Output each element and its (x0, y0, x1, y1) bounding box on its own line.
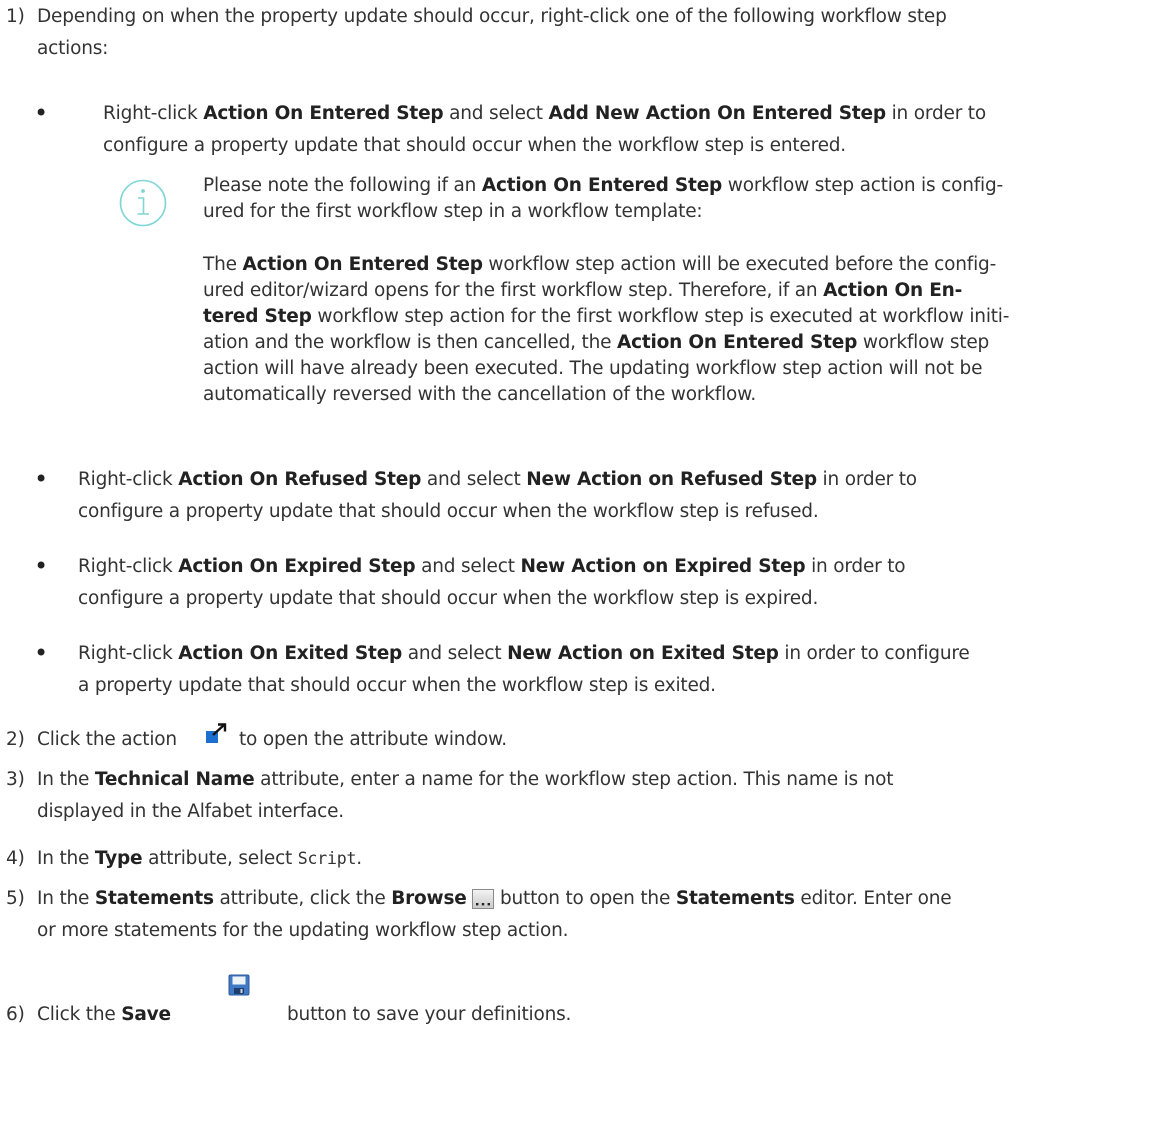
bullet-text: Right-click Action On Refused Step and s… (78, 469, 917, 490)
bullet-text: Right-click Action On Exited Step and se… (78, 643, 970, 664)
step-text: Depending on when the property update sh… (37, 6, 947, 27)
note-text: ation and the workflow is then cancelled… (203, 332, 990, 353)
step-text: In the Type attribute, select Script. (37, 848, 362, 869)
note-text: ured for the first workflow step in a wo… (203, 201, 703, 222)
note-text: Please note the following if an Action O… (203, 175, 1003, 196)
bullet: • (34, 465, 48, 493)
open-attribute-icon (206, 723, 227, 743)
note-text: ured editor/wizard opens for the first w… (203, 280, 963, 301)
note-text: action will have already been executed. … (203, 358, 983, 379)
note-text: The Action On Entered Step workflow step… (203, 254, 997, 275)
bullet-text: configure a property update that should … (78, 501, 819, 522)
bullet-text: Right-click Action On Expired Step and s… (78, 556, 906, 577)
step-text: Click the action (37, 729, 177, 750)
step-text: button to save your definitions. (287, 1004, 572, 1025)
bullet-text: configure a property update that should … (78, 588, 819, 609)
step-number: 6) (6, 1004, 25, 1025)
step-text: displayed in the Alfabet interface. (37, 801, 344, 822)
step-text: Click the Save (37, 1004, 171, 1025)
bullet-text: Right-click Action On Entered Step and s… (103, 103, 986, 124)
step-text: to open the attribute window. (239, 729, 507, 750)
bullet-text: configure a property update that should … (103, 135, 846, 156)
browse-icon (472, 889, 495, 909)
note-text: tered Step workflow step action for the … (203, 306, 1010, 327)
step-text: or more statements for the updating work… (37, 920, 569, 941)
bullet: • (34, 99, 48, 127)
bullet: • (34, 552, 48, 580)
save-icon (228, 974, 250, 996)
note-text: automatically reversed with the cancella… (203, 384, 757, 405)
step-text: In the Statements attribute, click the B… (37, 888, 952, 909)
step-number: 3) (6, 769, 25, 790)
step-number: 2) (6, 729, 25, 750)
bullet: • (34, 639, 48, 667)
step-number: 1) (6, 6, 25, 27)
bullet-text: a property update that should occur when… (78, 675, 716, 696)
step-text: actions: (37, 38, 109, 59)
step-number: 4) (6, 848, 25, 869)
info-icon (119, 179, 167, 227)
step-number: 5) (6, 888, 25, 909)
step-text: In the Technical Name attribute, enter a… (37, 769, 894, 790)
